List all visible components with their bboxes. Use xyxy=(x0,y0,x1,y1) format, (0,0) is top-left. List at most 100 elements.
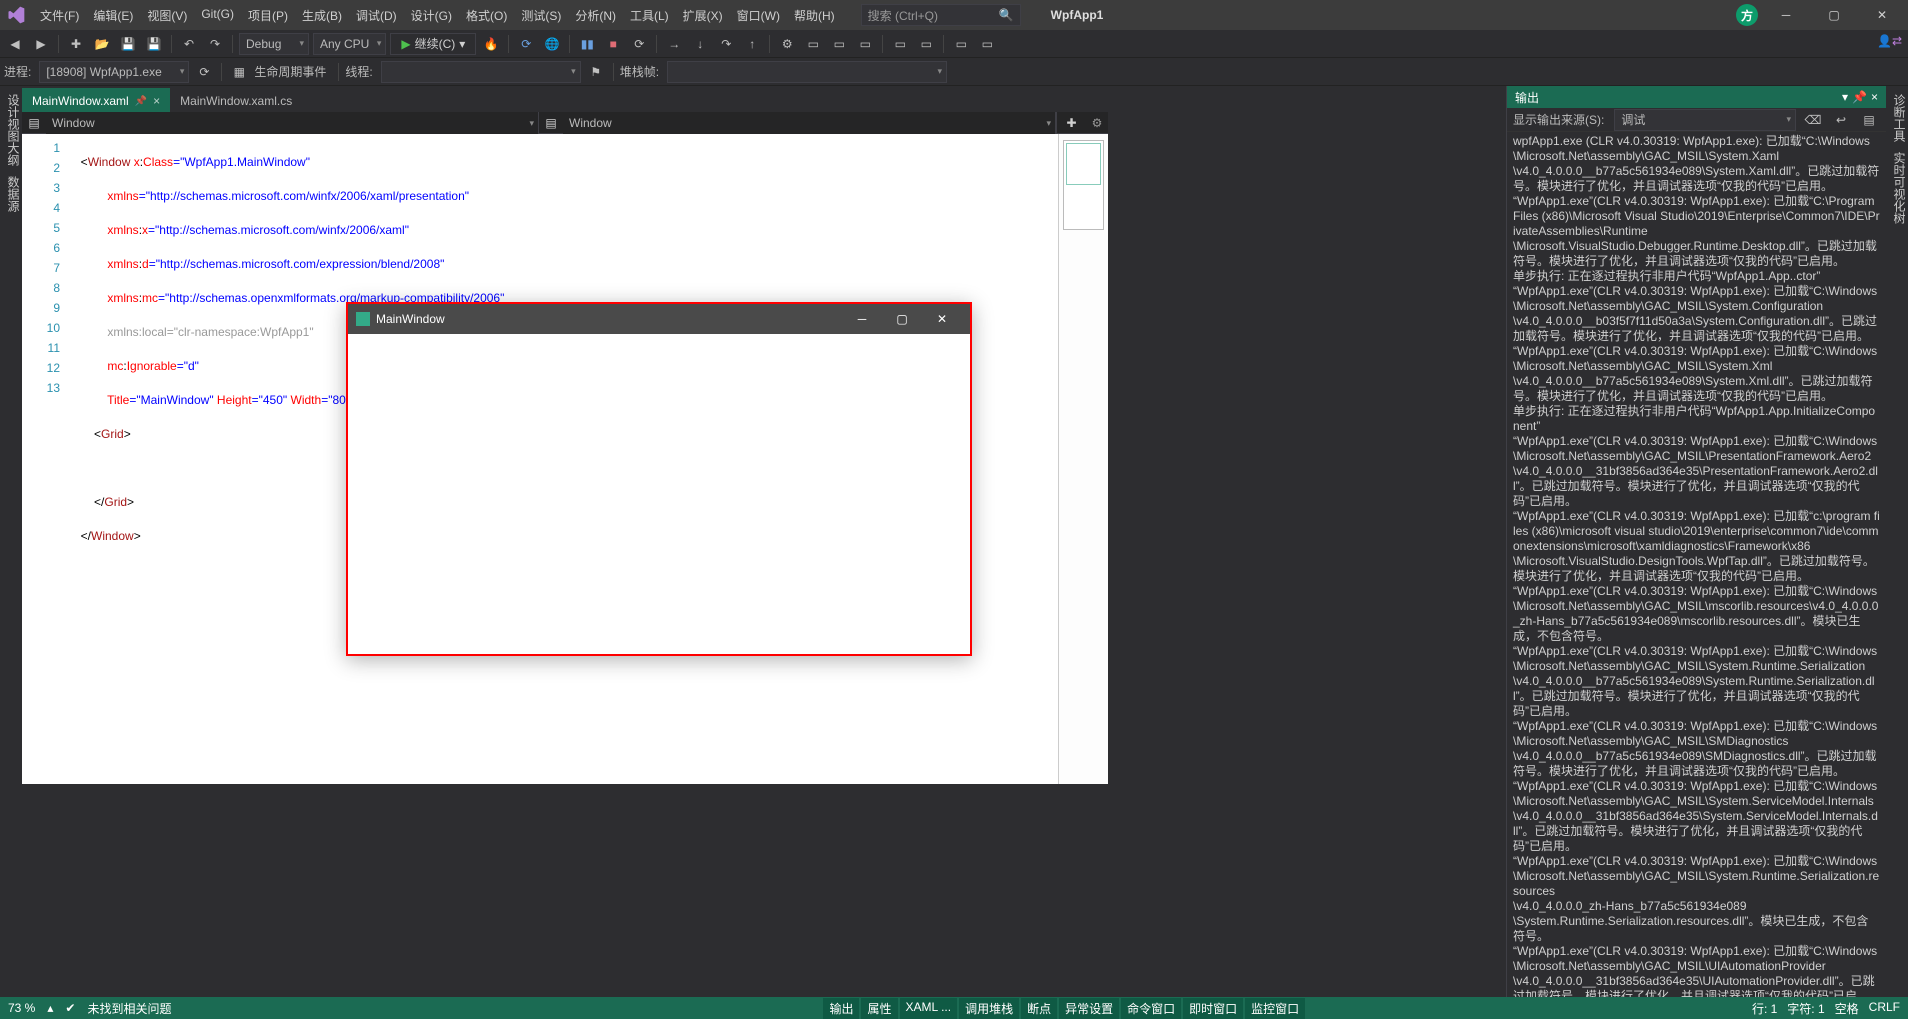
lifecycle-icon[interactable]: ▦ xyxy=(228,61,250,83)
nav-back-icon[interactable]: ◀ xyxy=(4,33,26,55)
menu-test[interactable]: 测试(S) xyxy=(515,3,567,28)
output-header[interactable]: 输出 ▾ 📌 × xyxy=(1507,86,1886,108)
step-out-icon[interactable]: ↑ xyxy=(741,33,763,55)
output-close-icon[interactable]: × xyxy=(1871,90,1878,104)
minimize-button[interactable]: ─ xyxy=(1766,1,1806,29)
nav-member-combo[interactable]: Window xyxy=(563,112,1056,134)
tab-exceptions[interactable]: 异常设置 xyxy=(1059,998,1119,1019)
split-editor-icon[interactable]: ✚ xyxy=(1056,112,1086,133)
configuration-combo[interactable]: Debug xyxy=(239,33,309,55)
app-close-button[interactable]: ✕ xyxy=(922,312,962,326)
tool-icon-4[interactable]: ▭ xyxy=(854,33,876,55)
output-clear-icon[interactable]: ⌫ xyxy=(1802,109,1824,131)
save-icon[interactable]: 💾 xyxy=(117,33,139,55)
search-input[interactable]: 搜索 (Ctrl+Q) 🔍 xyxy=(861,4,1021,26)
editor-settings-icon[interactable]: ⚙ xyxy=(1086,112,1108,133)
platform-combo[interactable]: Any CPU xyxy=(313,33,386,55)
live-share-icon[interactable]: 👤⇄ xyxy=(1877,34,1902,48)
menu-debug[interactable]: 调试(D) xyxy=(350,3,403,28)
rail-diagnostics[interactable]: 诊断工具 xyxy=(1886,94,1908,142)
nav-scope-icon-2[interactable]: ▤ xyxy=(539,112,563,133)
menu-extensions[interactable]: 扩展(X) xyxy=(677,3,729,28)
tab-mainwindow-xaml-cs[interactable]: MainWindow.xaml.cs xyxy=(170,88,302,112)
output-pin-icon[interactable]: 📌 xyxy=(1852,90,1867,104)
step-into-icon[interactable]: ↓ xyxy=(689,33,711,55)
tool-icon-2[interactable]: ▭ xyxy=(802,33,824,55)
menu-tools[interactable]: 工具(L) xyxy=(624,3,675,28)
tool-icon-3[interactable]: ▭ xyxy=(828,33,850,55)
output-line: “WpfApp1.exe”(CLR v4.0.30319: WpfApp1.ex… xyxy=(1513,854,1880,899)
menu-project[interactable]: 项目(P) xyxy=(242,3,294,28)
running-app-window[interactable]: MainWindow ─ ▢ ✕ xyxy=(346,302,972,656)
nav-type-combo[interactable]: Window xyxy=(46,112,539,134)
app-titlebar[interactable]: MainWindow ─ ▢ ✕ xyxy=(348,304,970,334)
tab-mainwindow-xaml[interactable]: MainWindow.xaml 📌 × xyxy=(22,88,170,112)
output-tool-icon[interactable]: ▤ xyxy=(1858,109,1880,131)
menu-design[interactable]: 设计(G) xyxy=(405,3,458,28)
redo-icon[interactable]: ↷ xyxy=(204,33,226,55)
stackframe-combo[interactable] xyxy=(667,61,947,83)
tab-callstack[interactable]: 调用堆栈 xyxy=(959,998,1019,1019)
output-dropdown-icon[interactable]: ▾ xyxy=(1842,90,1848,104)
editor-overview-ruler[interactable] xyxy=(1058,134,1108,784)
open-icon[interactable]: 📂 xyxy=(91,33,113,55)
tab-properties[interactable]: 属性 xyxy=(861,998,897,1019)
menu-git[interactable]: Git(G) xyxy=(195,3,240,28)
show-next-statement-icon[interactable]: → xyxy=(663,33,685,55)
chevron-up-icon[interactable]: ▴ xyxy=(47,1001,53,1015)
tool-icon-6[interactable]: ▭ xyxy=(915,33,937,55)
menu-help[interactable]: 帮助(H) xyxy=(788,3,841,28)
user-avatar[interactable]: 方 xyxy=(1736,4,1758,26)
output-wrap-icon[interactable]: ↩ xyxy=(1830,109,1852,131)
menu-file[interactable]: 文件(F) xyxy=(34,3,85,28)
output-source-combo[interactable]: 调试 xyxy=(1614,109,1796,131)
menu-edit[interactable]: 编辑(E) xyxy=(87,3,139,28)
stop-icon[interactable]: ■ xyxy=(602,33,624,55)
close-tab-icon[interactable]: × xyxy=(153,94,160,108)
tool-icon-1[interactable]: ⚙ xyxy=(776,33,798,55)
rail-outline[interactable]: 设计视图大纲 xyxy=(0,94,22,166)
step-over-icon[interactable]: ↷ xyxy=(715,33,737,55)
tool-icon-8[interactable]: ▭ xyxy=(976,33,998,55)
process-refresh-icon[interactable]: ⟳ xyxy=(193,61,215,83)
menu-view[interactable]: 视图(V) xyxy=(141,3,193,28)
new-item-icon[interactable]: ✚ xyxy=(65,33,87,55)
tab-output[interactable]: 输出 xyxy=(823,998,859,1019)
menu-analyze[interactable]: 分析(N) xyxy=(569,3,622,28)
app-maximize-button[interactable]: ▢ xyxy=(882,312,922,326)
status-eol[interactable]: CRLF xyxy=(1869,1000,1900,1017)
thread-tool-icon[interactable]: ⚑ xyxy=(585,61,607,83)
tool-icon-7[interactable]: ▭ xyxy=(950,33,972,55)
tab-xaml[interactable]: XAML ... xyxy=(900,998,958,1019)
save-all-icon[interactable]: 💾 xyxy=(143,33,165,55)
tab-breakpoints[interactable]: 断点 xyxy=(1021,998,1057,1019)
nav-scope-icon[interactable]: ▤ xyxy=(22,112,46,133)
menu-build[interactable]: 生成(B) xyxy=(296,3,348,28)
tab-watch[interactable]: 监控窗口 xyxy=(1245,998,1305,1019)
pin-icon[interactable]: 📌 xyxy=(135,96,147,107)
browser-link-icon[interactable]: ⟳ xyxy=(515,33,537,55)
continue-button[interactable]: ▶继续(C) ▾ xyxy=(390,33,476,55)
close-button[interactable]: ✕ xyxy=(1862,1,1902,29)
hot-reload-icon[interactable]: 🔥 xyxy=(480,33,502,55)
zoom-level[interactable]: 73 % xyxy=(8,1001,35,1015)
process-combo[interactable]: [18908] WpfApp1.exe xyxy=(39,61,189,83)
pause-icon[interactable]: ▮▮ xyxy=(576,33,598,55)
tab-command[interactable]: 命令窗口 xyxy=(1121,998,1181,1019)
app-minimize-button[interactable]: ─ xyxy=(842,312,882,326)
tab-immediate[interactable]: 即时窗口 xyxy=(1183,998,1243,1019)
menu-format[interactable]: 格式(O) xyxy=(460,3,513,28)
issues-text[interactable]: 未找到相关问题 xyxy=(87,1000,171,1017)
browser-icon[interactable]: 🌐 xyxy=(541,33,563,55)
menu-window[interactable]: 窗口(W) xyxy=(731,3,786,28)
rail-datasource[interactable]: 数据源 xyxy=(0,176,22,212)
thread-combo[interactable] xyxy=(381,61,581,83)
rail-live-visual-tree[interactable]: 实时可视化树 xyxy=(1886,152,1908,224)
maximize-button[interactable]: ▢ xyxy=(1814,1,1854,29)
undo-icon[interactable]: ↶ xyxy=(178,33,200,55)
status-spaces[interactable]: 空格 xyxy=(1835,1000,1859,1017)
tool-icon-5[interactable]: ▭ xyxy=(889,33,911,55)
nav-forward-icon[interactable]: ▶ xyxy=(30,33,52,55)
output-body[interactable]: wpfApp1.exe (CLR v4.0.30319: WpfApp1.exe… xyxy=(1507,132,1886,999)
restart-icon[interactable]: ⟳ xyxy=(628,33,650,55)
